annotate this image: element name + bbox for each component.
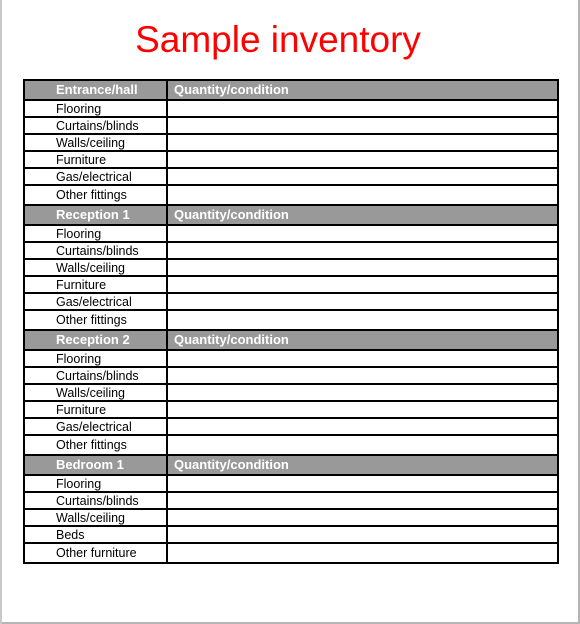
table-row: Gas/electrical	[23, 292, 559, 311]
item-label: Gas/electrical	[23, 167, 168, 186]
room-name: Reception 1	[23, 204, 168, 226]
quantity-condition-cell[interactable]	[166, 116, 559, 135]
room-name: Reception 2	[23, 329, 168, 351]
quantity-condition-cell[interactable]	[166, 366, 559, 385]
table-row: Gas/electrical	[23, 167, 559, 186]
quantity-condition-cell[interactable]	[166, 525, 559, 544]
table-row: Flooring	[23, 99, 559, 118]
quantity-condition-cell[interactable]	[166, 241, 559, 260]
item-label: Gas/electrical	[23, 417, 168, 436]
item-label: Curtains/blinds	[23, 366, 168, 385]
item-label: Curtains/blinds	[23, 491, 168, 510]
document-title: Sample inventory	[0, 18, 556, 62]
quantity-condition-cell[interactable]	[166, 292, 559, 311]
table-row: Furniture	[23, 275, 559, 294]
item-label: Flooring	[23, 349, 168, 368]
section-header-bedroom-1: Bedroom 1 Quantity/condition	[23, 454, 559, 476]
item-label: Walls/ceiling	[23, 383, 168, 402]
item-label: Flooring	[23, 224, 168, 243]
table-row: Walls/ceiling	[23, 258, 559, 277]
section-header-entrance-hall: Entrance/hall Quantity/condition	[23, 79, 559, 101]
item-label: Walls/ceiling	[23, 508, 168, 527]
quantity-condition-cell[interactable]	[166, 133, 559, 152]
quantity-condition-cell[interactable]	[166, 184, 559, 206]
quantity-condition-cell[interactable]	[166, 150, 559, 169]
table-row: Furniture	[23, 400, 559, 419]
item-label: Walls/ceiling	[23, 133, 168, 152]
item-label: Other fittings	[23, 184, 168, 206]
quantity-condition-cell[interactable]	[166, 275, 559, 294]
table-row: Other fittings	[23, 434, 559, 456]
quantity-condition-cell[interactable]	[166, 224, 559, 243]
table-row: Flooring	[23, 224, 559, 243]
table-row: Other furniture	[23, 542, 559, 564]
table-row: Beds	[23, 525, 559, 544]
table-row: Curtains/blinds	[23, 366, 559, 385]
section-header-reception-2: Reception 2 Quantity/condition	[23, 329, 559, 351]
quantity-condition-cell[interactable]	[166, 508, 559, 527]
table-row: Curtains/blinds	[23, 116, 559, 135]
quantity-condition-header: Quantity/condition	[166, 79, 559, 101]
table-row: Curtains/blinds	[23, 491, 559, 510]
table-row: Flooring	[23, 349, 559, 368]
item-label: Flooring	[23, 99, 168, 118]
item-label: Other fittings	[23, 309, 168, 331]
item-label: Walls/ceiling	[23, 258, 168, 277]
quantity-condition-cell[interactable]	[166, 349, 559, 368]
page-frame-left-edge	[0, 0, 2, 624]
quantity-condition-cell[interactable]	[166, 258, 559, 277]
quantity-condition-cell[interactable]	[166, 434, 559, 456]
table-row: Curtains/blinds	[23, 241, 559, 260]
item-label: Furniture	[23, 150, 168, 169]
quantity-condition-header: Quantity/condition	[166, 204, 559, 226]
quantity-condition-cell[interactable]	[166, 99, 559, 118]
quantity-condition-cell[interactable]	[166, 417, 559, 436]
quantity-condition-cell[interactable]	[166, 542, 559, 564]
table-row: Gas/electrical	[23, 417, 559, 436]
item-label: Other fittings	[23, 434, 168, 456]
room-name: Bedroom 1	[23, 454, 168, 476]
table-row: Flooring	[23, 474, 559, 493]
table-row: Walls/ceiling	[23, 508, 559, 527]
item-label: Flooring	[23, 474, 168, 493]
item-label: Furniture	[23, 275, 168, 294]
section-header-reception-1: Reception 1 Quantity/condition	[23, 204, 559, 226]
table-row: Other fittings	[23, 184, 559, 206]
item-label: Gas/electrical	[23, 292, 168, 311]
quantity-condition-cell[interactable]	[166, 491, 559, 510]
item-label: Other furniture	[23, 542, 168, 564]
table-row: Walls/ceiling	[23, 383, 559, 402]
item-label: Curtains/blinds	[23, 116, 168, 135]
item-label: Furniture	[23, 400, 168, 419]
table-row: Other fittings	[23, 309, 559, 331]
table-row: Furniture	[23, 150, 559, 169]
inventory-table: Entrance/hall Quantity/condition Floorin…	[23, 79, 559, 564]
document-title-text: Sample inventory	[135, 19, 421, 60]
quantity-condition-cell[interactable]	[166, 167, 559, 186]
quantity-condition-header: Quantity/condition	[166, 454, 559, 476]
item-label: Beds	[23, 525, 168, 544]
table-row: Walls/ceiling	[23, 133, 559, 152]
inventory-table-body: Entrance/hall Quantity/condition Floorin…	[23, 79, 559, 564]
quantity-condition-cell[interactable]	[166, 474, 559, 493]
quantity-condition-cell[interactable]	[166, 400, 559, 419]
quantity-condition-header: Quantity/condition	[166, 329, 559, 351]
quantity-condition-cell[interactable]	[166, 383, 559, 402]
quantity-condition-cell[interactable]	[166, 309, 559, 331]
item-label: Curtains/blinds	[23, 241, 168, 260]
room-name: Entrance/hall	[23, 79, 168, 101]
